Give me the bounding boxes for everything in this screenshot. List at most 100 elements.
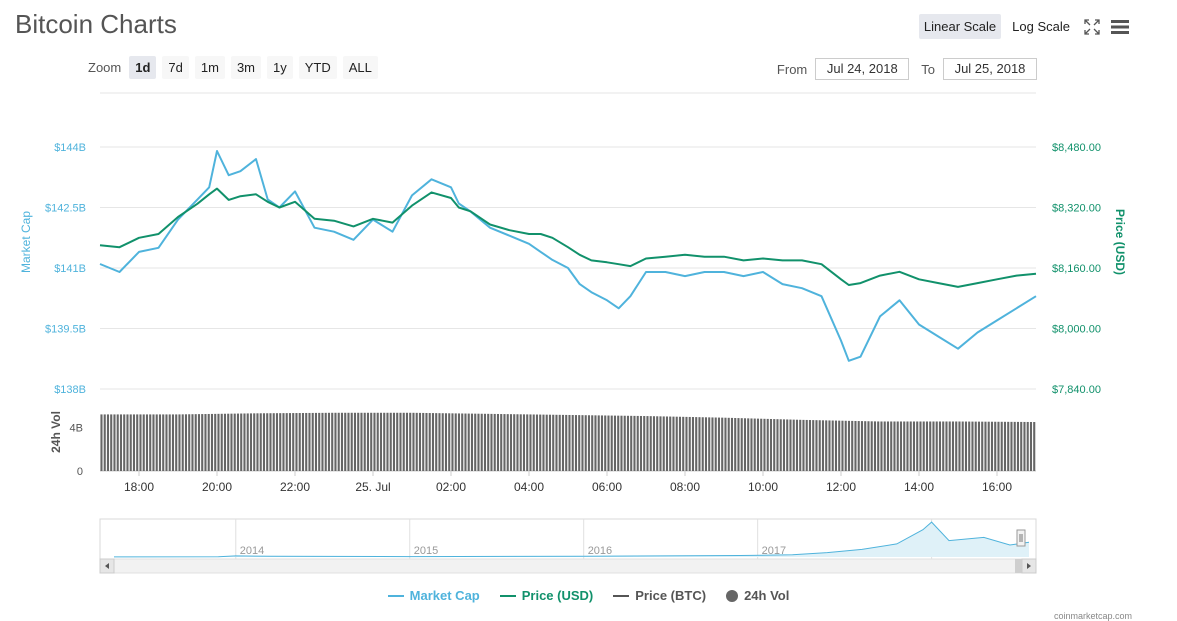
volume-bar [922,421,925,471]
x-tick-label: 16:00 [982,480,1012,494]
volume-bar [256,413,259,471]
volume-bar [756,418,760,471]
volume-bar [844,420,847,471]
volume-bar [370,412,373,471]
bitcoin-chart[interactable]: $144B$142.5B$141B$139.5B$138B $8,480.00$… [0,0,1177,585]
volume-bar [376,412,379,471]
volume-bar [149,414,152,471]
volume-bar [165,414,168,471]
volume-bar [347,412,350,471]
volume-bar [730,417,734,471]
volume-bar [269,413,272,471]
volume-bar [337,412,340,471]
scrollbar[interactable] [99,558,1037,574]
volume-bar [717,417,721,471]
volume-bar [412,412,415,471]
volume-bar [620,415,623,471]
volume-bar [691,417,695,471]
volume-bar [178,414,181,471]
volume-bar [568,414,571,471]
volume-bar [100,414,103,471]
volume-bar [984,421,987,471]
volume-bar [334,412,337,471]
volume-bar [613,415,617,471]
volume-bar [184,414,188,471]
volume-bar [162,414,165,471]
volume-bar [467,413,470,471]
volume-bar [282,413,285,471]
volume-bar [493,413,496,471]
volume-bar [643,416,646,471]
volume-bar [685,416,688,471]
legend-market-cap[interactable]: Market Cap [387,588,480,603]
right-tick-label: $8,000.00 [1052,324,1101,336]
scrollbar-track[interactable] [99,558,1037,574]
volume-bar [444,413,448,471]
time-axis: 18:00 20:00 22:00 25. Jul 02:00 04:00 06:00 08:… [124,471,1012,494]
volume-bar [243,413,246,471]
volume-bar [513,414,516,471]
volume-bar [1029,421,1033,471]
volume-bar [753,418,756,471]
volume-bar [561,414,565,471]
volume-bar [701,417,704,471]
x-tick-label: 04:00 [514,480,544,494]
volume-bar [571,415,574,471]
left-tick-label: $144B [54,142,86,154]
volume-bar [240,413,243,471]
price-usd-line [99,187,1037,288]
volume-bar [529,414,532,471]
volume-bar [825,420,828,471]
navigator-tick-label: 2014 [240,545,264,557]
volume-bar [542,414,545,471]
x-tick-label: 12:00 [826,480,856,494]
legend-24h-vol-swatch [726,589,739,602]
volume-bar [236,413,240,471]
volume-bar [454,413,457,471]
volume-bar [357,412,360,471]
volume-tick-label: 4B [70,422,83,434]
legend-24h-vol-label: 24h Vol [744,588,790,603]
volume-bar [883,421,886,471]
legend-24h-vol[interactable]: 24h Vol [726,588,789,603]
volume-bar [880,421,883,471]
left-tick-label: $138B [54,384,86,396]
navigator[interactable]: 20142015201620172018 [99,518,1037,560]
volume-bar [652,416,656,471]
volume-bar [314,412,318,471]
navigator-handle[interactable] [1016,529,1026,547]
volume-bar [776,419,779,471]
volume-bar [682,416,685,471]
legend-price-usd-swatch [499,594,516,597]
volume-bar [181,414,184,471]
volume-bar [464,413,467,471]
volume-bar [688,416,691,471]
legend-price-usd[interactable]: Price (USD) [499,588,594,603]
volume-bar [474,413,477,471]
volume-bar [106,414,110,471]
left-tick-label: $142.5B [45,203,86,215]
volume-bar [301,412,305,471]
volume-bar [275,413,279,471]
volume-bar [740,418,743,471]
legend-price-usd-label: Price (USD) [521,588,594,603]
x-tick-label: 14:00 [904,480,934,494]
volume-bar [220,413,223,471]
volume-bar [233,413,236,471]
navigator-tick-label: 2016 [588,545,612,557]
volume-bar [298,413,301,471]
volume-bar [230,413,233,471]
volume-bar [246,413,249,471]
volume-bar [396,412,399,471]
volume-bar [201,414,204,471]
legend-price-btc[interactable]: Price (BTC) [613,588,706,603]
volume-bar [981,421,984,471]
volume-bar [526,414,529,471]
volume-bar [704,417,708,471]
x-tick-label: 18:00 [124,480,154,494]
scrollbar-thumb[interactable] [1015,559,1022,573]
volume-bar [168,414,171,471]
volume-bar [1033,422,1036,471]
volume-bar [626,415,630,471]
volume-bar [457,413,461,471]
